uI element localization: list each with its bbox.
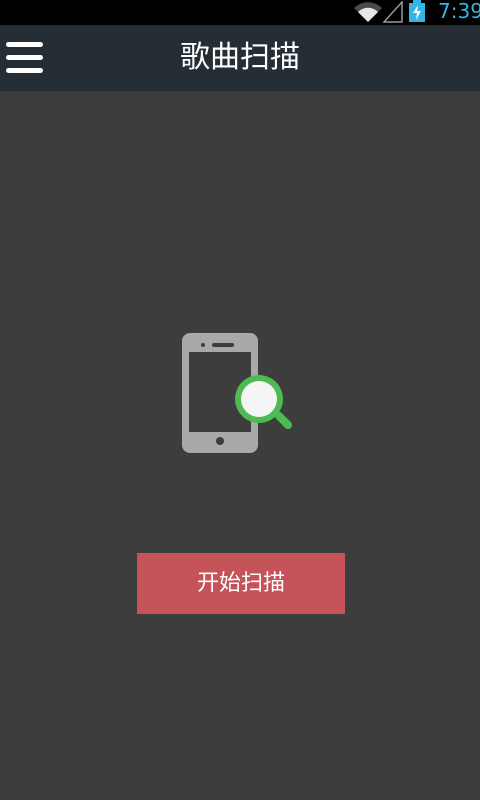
app-bar: 歌曲扫描	[0, 25, 480, 91]
wifi-icon	[354, 2, 382, 23]
status-time: 7:39	[438, 0, 480, 23]
page-title: 歌曲扫描	[180, 40, 300, 75]
menu-button[interactable]	[0, 25, 56, 91]
phone-search-icon	[182, 333, 292, 453]
start-scan-button[interactable]: 开始扫描	[137, 553, 345, 614]
status-bar: 7:39	[0, 0, 480, 25]
signal-icon	[383, 1, 403, 23]
battery-charging-icon	[409, 0, 425, 22]
